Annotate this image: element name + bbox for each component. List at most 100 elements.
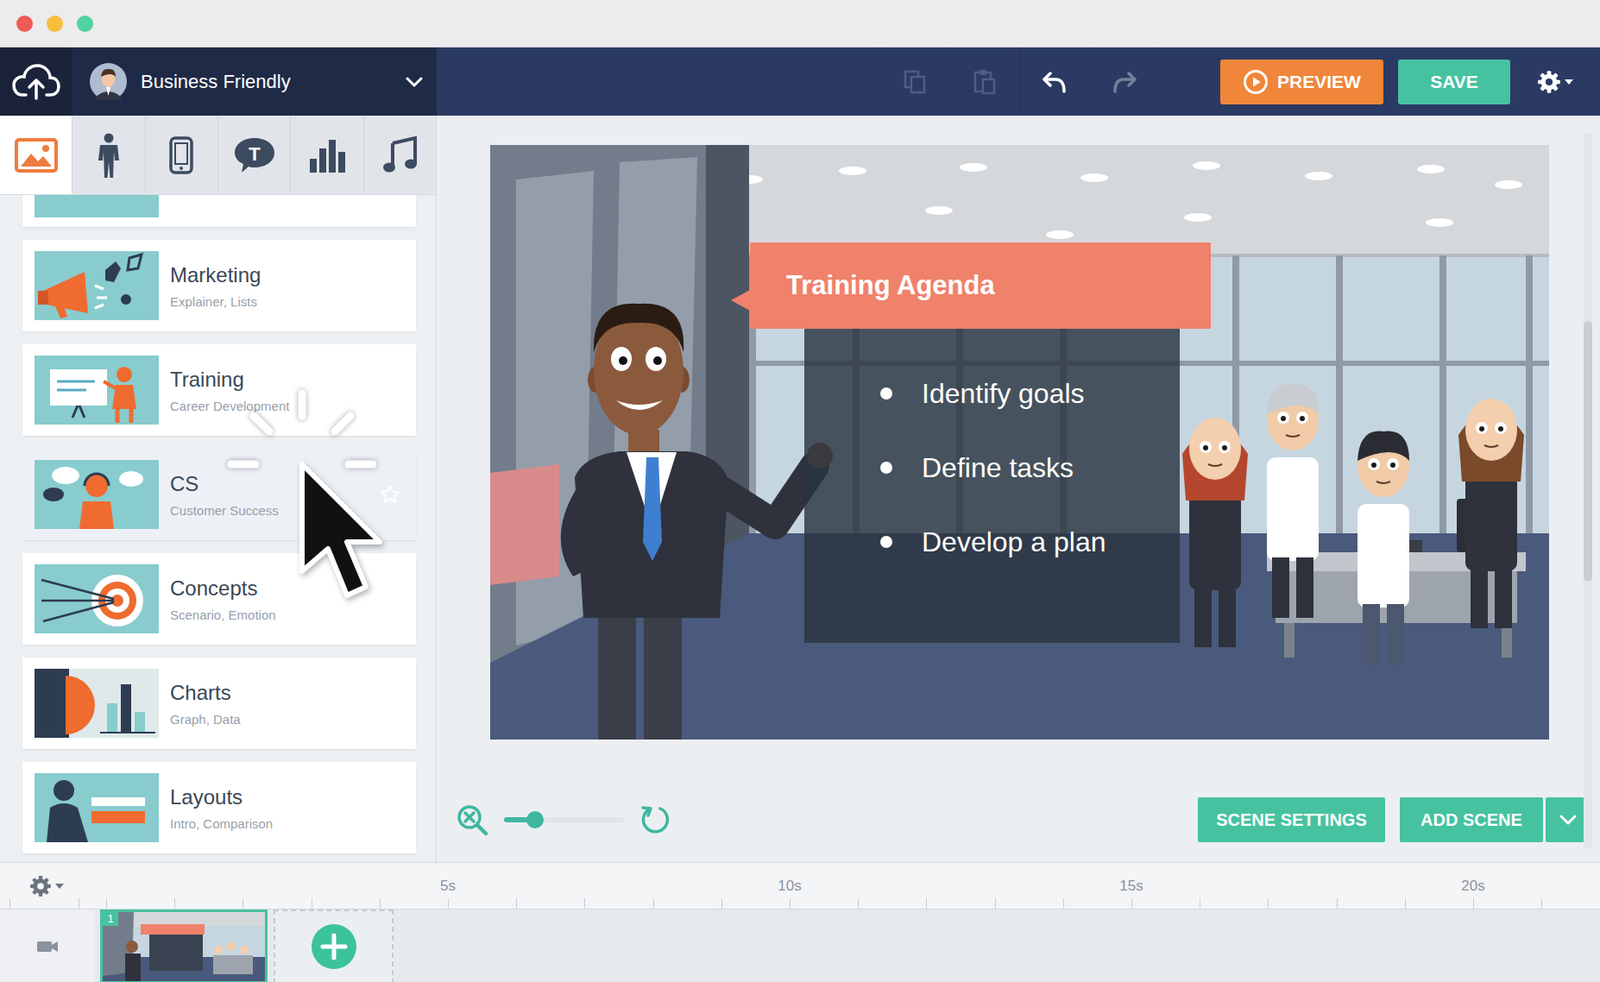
- category-thumbnail: [34, 459, 159, 530]
- scene-title-banner[interactable]: Training Agenda: [749, 242, 1211, 329]
- zoom-controls: [455, 803, 671, 837]
- copy-icon: [903, 69, 926, 95]
- cloud-upload-icon: [12, 63, 61, 101]
- stage-scrollbar[interactable]: [1583, 132, 1593, 850]
- theme-select[interactable]: Business Friendly: [71, 47, 437, 116]
- bullet-dot: [880, 461, 893, 474]
- category-title: Training: [170, 367, 290, 392]
- phone-icon: [169, 136, 194, 175]
- asset-tab[interactable]: [145, 115, 219, 195]
- rotate-reset-icon[interactable]: [639, 804, 671, 836]
- ruler-label: 20s: [1302, 877, 1600, 895]
- image-icon: [14, 138, 58, 173]
- scene-track: 1: [0, 909, 1600, 982]
- category-card[interactable]: Marketing Explainer, Lists: [22, 239, 416, 332]
- redo-button[interactable]: [1089, 47, 1160, 116]
- chevron-down-icon: [1559, 814, 1577, 826]
- scene-thumbnail[interactable]: 1: [100, 909, 268, 982]
- minimize-button[interactable]: [46, 15, 63, 32]
- bar-chart-icon: [308, 138, 347, 173]
- copy-button[interactable]: [879, 47, 950, 116]
- timeline-ruler[interactable]: 5s10s15s20s: [277, 862, 1600, 909]
- svg-text:T: T: [248, 143, 261, 165]
- category-card[interactable]: Training Career Development: [22, 344, 416, 436]
- caret-down-icon: [1564, 79, 1574, 85]
- asset-tab[interactable]: T: [218, 115, 291, 195]
- title-bar: [0, 0, 1600, 48]
- theme-avatar-icon: [89, 62, 127, 101]
- chevron-down-icon: [405, 76, 423, 88]
- paste-icon: [973, 69, 996, 95]
- category-subtitle: Career Development: [170, 398, 290, 414]
- zoom-slider[interactable]: [503, 817, 624, 823]
- zoom-button[interactable]: [76, 15, 94, 32]
- add-scene-slot[interactable]: [273, 909, 394, 982]
- category-card[interactable]: Layouts Intro, Comparison: [22, 762, 416, 854]
- timeline-settings-button[interactable]: [0, 875, 278, 898]
- asset-panel: T Marketing Explainer, Lists Training Ca…: [0, 115, 437, 863]
- category-thumbnail: [34, 195, 159, 218]
- scene-preview: [102, 912, 265, 982]
- asset-tab[interactable]: [290, 115, 364, 195]
- scene-settings-button[interactable]: SCENE SETTINGS: [1197, 797, 1386, 843]
- category-thumbnail: [34, 668, 159, 738]
- scrollbar-thumb[interactable]: [1583, 321, 1593, 582]
- category-card[interactable]: [22, 195, 416, 227]
- caret-down-icon: [55, 883, 64, 889]
- app-window: Business Friendly PREVIEW SAVE T Marketi…: [0, 0, 1600, 982]
- toolbar: Business Friendly PREVIEW SAVE: [0, 47, 1600, 116]
- save-button[interactable]: SAVE: [1398, 59, 1511, 105]
- coworker-figure: [1357, 431, 1410, 665]
- category-title: CS: [170, 472, 279, 497]
- category-subtitle: Customer Success: [170, 503, 279, 518]
- scene-canvas[interactable]: Training Agenda Identify goals Define ta…: [490, 144, 1550, 740]
- category-subtitle: Explainer, Lists: [170, 294, 261, 309]
- scene-bullet: Define tasks: [880, 430, 1172, 505]
- presenter-figure: [560, 303, 833, 740]
- scene-bullet: Develop a plan: [880, 504, 1172, 580]
- ruler-label: 15s: [960, 877, 1303, 895]
- history-tools: [879, 47, 1160, 116]
- asset-tabs: T: [0, 115, 436, 196]
- ruler-label: 5s: [277, 877, 619, 895]
- asset-tab[interactable]: [364, 115, 436, 195]
- scene-bullet-panel[interactable]: Identify goals Define tasks Develop a pl…: [804, 328, 1180, 643]
- scene-number: 1: [102, 912, 119, 926]
- category-title: Layouts: [170, 785, 273, 810]
- camera-icon[interactable]: [36, 939, 59, 954]
- ruler-label: 10s: [618, 877, 961, 895]
- settings-button[interactable]: [1510, 69, 1600, 95]
- stage: Training Agenda Identify goals Define ta…: [436, 115, 1600, 863]
- bullet-dot: [880, 535, 893, 549]
- category-thumbnail: [34, 773, 159, 843]
- coworker-figure: [1182, 417, 1248, 648]
- add-scene-button[interactable]: ADD SCENE: [1399, 797, 1544, 843]
- category-subtitle: Scenario, Emotion: [170, 607, 277, 623]
- zoom-reset-icon[interactable]: [455, 803, 489, 837]
- category-card[interactable]: Charts Graph, Data: [22, 657, 416, 750]
- theme-name: Business Friendly: [140, 70, 392, 94]
- scene-bullet: Identify goals: [880, 356, 1172, 431]
- timeline: 5s10s15s20s 1: [0, 862, 1600, 982]
- asset-tab[interactable]: [72, 115, 145, 195]
- bullet-dot: [880, 387, 893, 400]
- coworker-figure: [1458, 398, 1525, 629]
- preview-button[interactable]: PREVIEW: [1220, 59, 1384, 105]
- zoom-slider-knob[interactable]: [526, 811, 544, 829]
- favorite-star-icon[interactable]: [379, 484, 401, 505]
- close-button[interactable]: [16, 15, 33, 32]
- mouse-cursor-icon: [296, 459, 387, 606]
- asset-tab[interactable]: [0, 115, 73, 195]
- music-note-icon: [382, 136, 417, 175]
- gear-icon: [29, 875, 52, 898]
- category-subtitle: Intro, Comparison: [170, 816, 273, 832]
- paste-button[interactable]: [949, 47, 1020, 116]
- category-title: Charts: [170, 680, 241, 706]
- undo-button[interactable]: [1019, 47, 1090, 116]
- category-thumbnail: [34, 564, 159, 634]
- redo-icon: [1112, 70, 1137, 94]
- upload-button[interactable]: [0, 47, 72, 116]
- category-list: Marketing Explainer, Lists Training Care…: [0, 195, 436, 854]
- gear-icon: [1537, 69, 1562, 95]
- category-title: Concepts: [170, 576, 277, 601]
